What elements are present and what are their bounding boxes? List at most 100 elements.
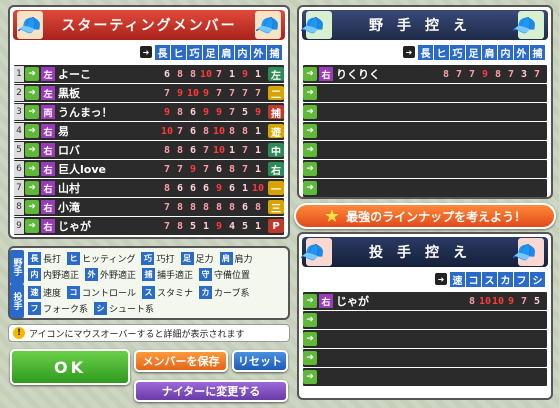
position-badge[interactable]: 左 (268, 67, 284, 82)
col-header[interactable]: 長 (418, 44, 433, 60)
col-header[interactable]: 内 (498, 44, 513, 60)
bench-pitchers-panel: 🧢 投手控え 🧢 ➜ 速 コ ス カ フ シ ➜ 右じゃが 8 10 10 9 7 5 ➜ ➜ ➜ ➜ (297, 232, 553, 400)
table-row[interactable]: ➜ 右じゃが 8 10 10 9 7 5 (303, 292, 547, 310)
col-header[interactable]: 捕 (267, 44, 282, 60)
col-header[interactable]: 足 (203, 44, 218, 60)
col-header[interactable]: フ (514, 271, 529, 287)
empty-slot[interactable]: ➜ (303, 349, 547, 367)
move-arrow-icon[interactable]: ➜ (25, 67, 39, 81)
col-header[interactable]: 速 (450, 271, 465, 287)
night-game-button[interactable]: ナイターに変更する (134, 380, 288, 402)
col-header[interactable]: 内 (235, 44, 250, 60)
move-arrow-icon[interactable]: ➜ (25, 86, 39, 100)
empty-slot[interactable]: ➜ (303, 84, 547, 102)
stat-value: 8 (215, 201, 223, 213)
table-row[interactable]: 1 ➜ 左よーこ 6 8 8 10 7 1 9 1 左 (14, 65, 284, 83)
move-arrow-icon[interactable]: ➜ (303, 67, 317, 81)
empty-slot[interactable]: ➜ (303, 330, 547, 348)
legend-tag: 捕 (142, 267, 156, 281)
move-arrow-icon[interactable]: ➜ (25, 124, 39, 138)
player-stats: 8 6 6 6 9 6 1 10 (161, 183, 264, 194)
position-badge[interactable]: 捕 (268, 105, 284, 120)
col-header[interactable]: ヒ (434, 44, 449, 60)
position-badge[interactable]: P (268, 219, 284, 233)
sort-arrow-icon[interactable]: ➜ (435, 273, 447, 285)
stat-value: 9 (202, 106, 210, 118)
move-arrow-icon[interactable]: ➜ (25, 143, 39, 157)
col-header[interactable]: 外 (251, 44, 266, 60)
ok-button[interactable]: OK (10, 349, 130, 385)
table-row[interactable]: 7 ➜ 右山村 8 6 6 6 9 6 1 10 一 (14, 179, 284, 197)
col-header[interactable]: 巧 (450, 44, 465, 60)
empty-slot[interactable]: ➜ (303, 368, 547, 386)
position-badge[interactable]: 右 (268, 162, 284, 177)
info-message: ! アイコンにマウスオーバーすると詳細が表示されます (8, 324, 290, 342)
stat-value: 6 (189, 182, 197, 194)
reset-button[interactable]: リセット (232, 350, 288, 372)
col-header[interactable]: コ (466, 271, 481, 287)
move-arrow-icon[interactable]: ➜ (303, 370, 317, 384)
sort-arrow-icon[interactable]: ➜ (140, 46, 152, 58)
move-arrow-icon[interactable]: ➜ (303, 105, 317, 119)
move-arrow-icon[interactable]: ➜ (303, 181, 317, 195)
move-arrow-icon[interactable]: ➜ (25, 162, 39, 176)
col-header[interactable]: カ (498, 271, 513, 287)
move-arrow-icon[interactable]: ➜ (303, 162, 317, 176)
move-arrow-icon[interactable]: ➜ (303, 294, 317, 308)
table-row[interactable]: 4 ➜ 右易 10 7 6 8 10 8 8 1 遊 (14, 122, 284, 140)
legend-tag: フ (28, 301, 41, 315)
move-arrow-icon[interactable]: ➜ (303, 332, 317, 346)
stat-value: 7 (468, 68, 476, 80)
legend-text: 守備位置 (214, 270, 251, 281)
col-header[interactable]: 捕 (530, 44, 545, 60)
col-header[interactable]: ス (482, 271, 497, 287)
batting-hand: 左 (41, 86, 55, 100)
move-arrow-icon[interactable]: ➜ (25, 181, 39, 195)
empty-slot[interactable]: ➜ (303, 103, 547, 121)
table-row[interactable]: 6 ➜ 右巨人love 7 7 9 7 6 8 7 1 右 (14, 160, 284, 178)
position-badge[interactable]: 二 (268, 86, 284, 101)
stat-value: 10 (161, 125, 174, 137)
table-row[interactable]: 9 ➜ 右じゃが 7 8 5 1 9 4 5 1 P (14, 217, 284, 235)
col-header[interactable]: 肩 (482, 44, 497, 60)
move-arrow-icon[interactable]: ➜ (25, 219, 39, 233)
table-row[interactable]: ➜ 右りくりく 8 7 7 9 8 7 3 7 (303, 65, 547, 83)
col-header[interactable]: シ (530, 271, 545, 287)
col-header[interactable]: ヒ (171, 44, 186, 60)
move-arrow-icon[interactable]: ➜ (303, 143, 317, 157)
move-arrow-icon[interactable]: ➜ (303, 86, 317, 100)
player-name: よーこ (58, 68, 91, 81)
table-row[interactable]: 2 ➜ 左黒板 7 9 10 9 7 7 7 7 二 (14, 84, 284, 102)
sort-arrow-icon[interactable]: ➜ (403, 46, 415, 58)
bench-fielders-column-headers: ➜ 長 ヒ 巧 足 肩 内 外 捕 (403, 44, 545, 60)
move-arrow-icon[interactable]: ➜ (303, 313, 317, 327)
col-header[interactable]: 足 (466, 44, 481, 60)
batting-order: 6 (14, 161, 24, 177)
move-arrow-icon[interactable]: ➜ (25, 200, 39, 214)
col-header[interactable]: 長 (155, 44, 170, 60)
empty-slot[interactable]: ➜ (303, 179, 547, 197)
legend-category: 野手 (10, 250, 24, 284)
empty-slot[interactable]: ➜ (303, 311, 547, 329)
player-face-icon: 🧢 (511, 11, 551, 39)
save-members-button[interactable]: メンバーを保存 (134, 350, 228, 372)
bench-pitchers-column-headers: ➜ 速 コ ス カ フ シ (435, 271, 545, 287)
position-badge[interactable]: 一 (268, 181, 284, 196)
table-row[interactable]: 3 ➜ 両うんまっ！ 9 8 6 9 9 7 5 9 捕 (14, 103, 284, 121)
col-header[interactable]: 肩 (219, 44, 234, 60)
position-badge[interactable]: 三 (268, 200, 284, 215)
table-row[interactable]: 5 ➜ 右ロバ 8 8 6 7 10 1 7 1 中 (14, 141, 284, 159)
move-arrow-icon[interactable]: ➜ (303, 124, 317, 138)
col-header[interactable]: 外 (514, 44, 529, 60)
col-header[interactable]: 巧 (187, 44, 202, 60)
move-arrow-icon[interactable]: ➜ (303, 351, 317, 365)
empty-slot[interactable]: ➜ (303, 141, 547, 159)
table-row[interactable]: 8 ➜ 右小滝 7 8 8 8 8 8 6 8 三 (14, 198, 284, 216)
position-badge[interactable]: 遊 (268, 124, 284, 139)
position-badge[interactable]: 中 (268, 143, 284, 158)
player-name: りくりく (336, 68, 380, 81)
batting-hand: 右 (41, 124, 55, 138)
empty-slot[interactable]: ➜ (303, 122, 547, 140)
move-arrow-icon[interactable]: ➜ (25, 105, 39, 119)
empty-slot[interactable]: ➜ (303, 160, 547, 178)
